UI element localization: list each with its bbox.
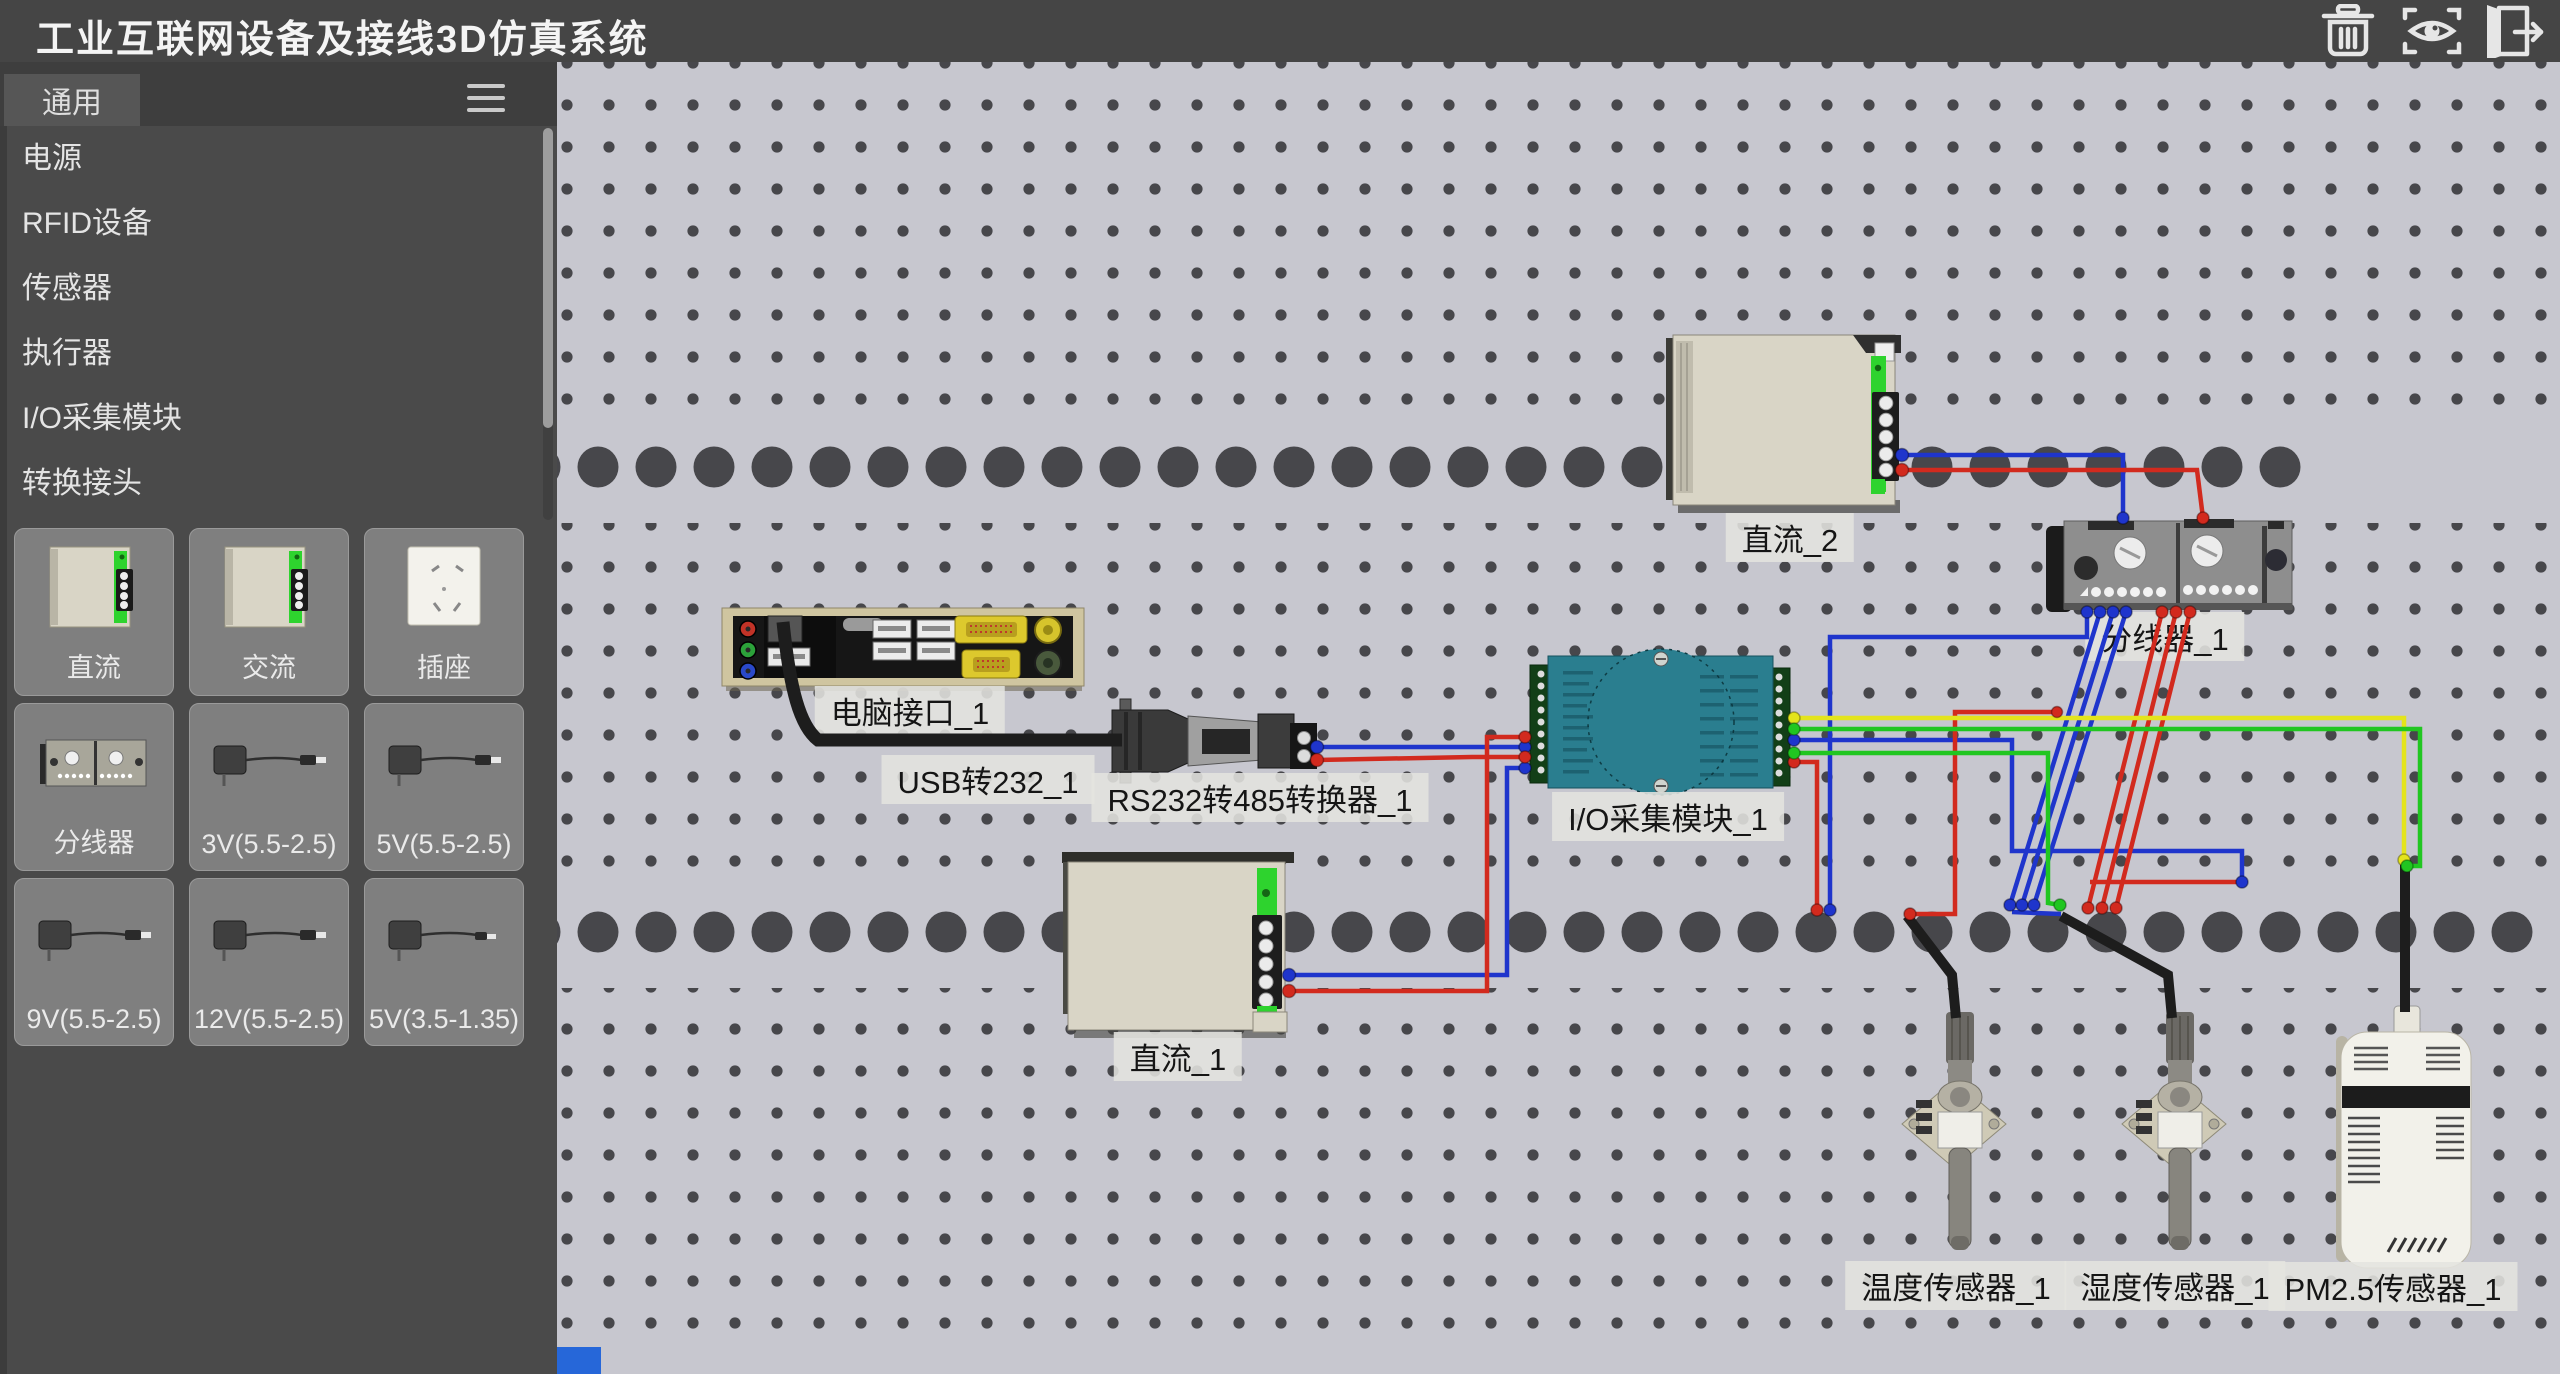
palette-tile-splitter[interactable]: 分线器 [14,703,174,871]
palette-tile-9v[interactable]: 9V(5.5-2.5) [14,878,174,1046]
adapter-thumbnail [379,891,509,987]
title-bar: 工业互联网设备及接线3D仿真系统 [0,0,2560,62]
menu-item-io[interactable]: I/O采集模块 [0,386,557,451]
menu-item-adapter[interactable]: 转换接头 [0,451,557,516]
connector-yellow [1788,712,2410,866]
psu-thumbnail [44,541,144,637]
palette-tile-12v[interactable]: 12V(5.5-2.5) [189,878,349,1046]
adapter-thumbnail [204,891,334,987]
device-palette: 直流 交流 插座 [14,528,524,1046]
palette-tile-socket[interactable]: 插座 [364,528,524,696]
tile-label: 5V(5.5-2.5) [365,829,523,860]
hamburger-menu-icon[interactable] [467,84,505,116]
category-menu: 电源 RFID设备 传感器 执行器 I/O采集模块 转换接头 [0,126,557,516]
palette-tile-5v[interactable]: 5V(5.5-2.5) [364,703,524,871]
wire-blue [1289,455,2242,975]
wire-green [1794,729,2420,905]
tab-general[interactable]: 通用 [4,74,140,126]
tile-label: 5V(3.5-1.35) [365,1004,523,1035]
tab-bar: 通用 [0,62,557,126]
cable-usb [783,622,1122,740]
splitter-thumbnail [34,716,154,812]
cable-humidity [2061,916,2172,1018]
app-title: 工业互联网设备及接线3D仿真系统 [36,8,649,63]
tile-label: 交流 [190,646,348,685]
tile-label: 插座 [365,646,523,685]
menu-scrollbar[interactable] [543,128,553,520]
toolbar [2314,4,2550,58]
wires-layer[interactable] [557,62,2560,1374]
palette-tile-5v-135[interactable]: 5V(3.5-1.35) [364,878,524,1046]
tile-label: 直流 [15,646,173,685]
simulation-canvas[interactable]: 直流_2 电脑接口_1 USB转232_1 RS232转485转换器_1 I/O… [557,62,2560,1374]
menu-item-actuator[interactable]: 执行器 [0,321,557,386]
view-eye-icon[interactable] [2398,4,2466,58]
palette-tile-3v[interactable]: 3V(5.5-2.5) [189,703,349,871]
palette-tile-dc[interactable]: 直流 [14,528,174,696]
psu-thumbnail [219,541,319,637]
sidebar: 通用 电源 RFID设备 传感器 执行器 I/O采集模块 转换接头 直流 [0,62,557,1374]
cable-temp [1907,916,1956,1018]
tile-label: 3V(5.5-2.5) [190,829,348,860]
tile-label: 分线器 [15,821,173,860]
trash-icon[interactable] [2314,4,2382,58]
socket-thumbnail [394,541,494,637]
palette-tile-ac[interactable]: 交流 [189,528,349,696]
adapter-thumbnail [204,716,334,812]
menu-item-rfid[interactable]: RFID设备 [0,191,557,256]
menu-item-power[interactable]: 电源 [0,126,557,191]
exit-icon[interactable] [2482,4,2550,58]
tile-label: 9V(5.5-2.5) [15,1004,173,1035]
adapter-thumbnail [379,716,509,812]
adapter-thumbnail [29,891,159,987]
corner-marker [557,1347,601,1374]
tile-label: 12V(5.5-2.5) [190,1004,348,1035]
menu-item-sensor[interactable]: 传感器 [0,256,557,321]
